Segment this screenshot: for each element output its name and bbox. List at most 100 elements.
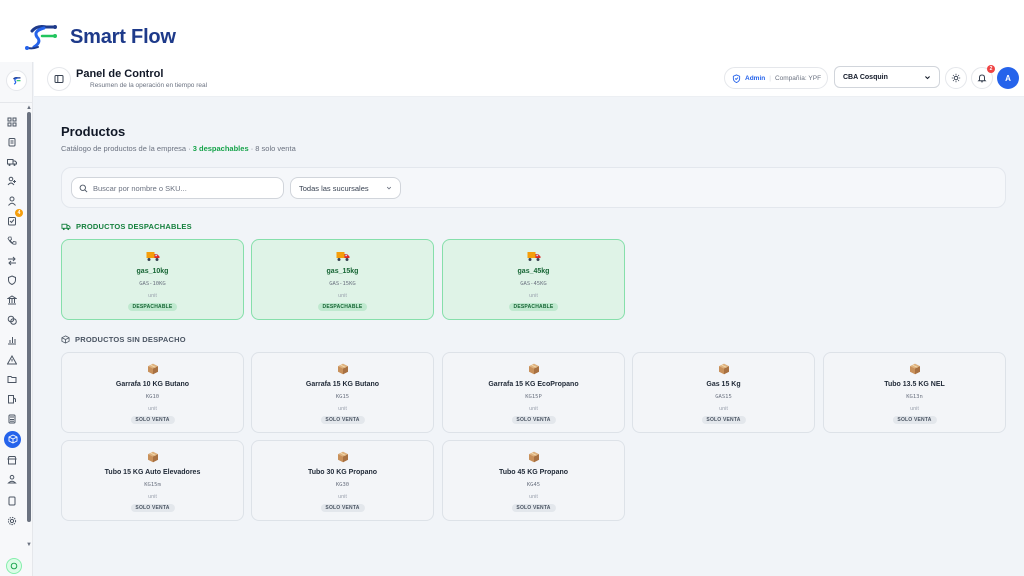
alert-icon[interactable] xyxy=(4,352,20,368)
chevron-down-icon xyxy=(925,75,930,79)
product-name: gas_45kg xyxy=(517,268,550,275)
page-header-title: Panel de Control xyxy=(76,68,164,80)
product-tag-badge: DESPACHABLE xyxy=(317,303,368,311)
brand: Smart Flow xyxy=(24,20,176,54)
product-name: Tubo 45 KG Propano xyxy=(498,469,569,476)
shield-icon[interactable] xyxy=(4,272,20,288)
smart-flow-logo-icon xyxy=(25,25,57,50)
product-name: Gas 15 Kg xyxy=(706,381,741,388)
dashboard-icon[interactable] xyxy=(4,114,20,130)
clipboard-icon[interactable] xyxy=(4,134,20,150)
product-name: Garrafa 10 KG Butano xyxy=(115,381,190,388)
product-icon xyxy=(633,363,814,377)
product-tag-badge: SOLO VENTA xyxy=(320,416,365,424)
tablet-icon[interactable] xyxy=(4,493,20,509)
product-card[interactable]: Garrafa 15 KG Butano KG15 unit SOLO VENTA xyxy=(251,352,434,433)
fuel-icon[interactable] xyxy=(4,391,20,407)
product-card[interactable]: Gas 15 Kg GAS15 unit SOLO VENTA xyxy=(632,352,815,433)
theme-toggle-button[interactable] xyxy=(945,67,967,89)
product-sku: GAS-10KG xyxy=(139,281,166,287)
folder-icon[interactable] xyxy=(4,371,20,387)
delivery-truck-icon xyxy=(146,252,159,261)
search-input[interactable] xyxy=(93,183,273,193)
product-sku: GAS15 xyxy=(715,394,732,400)
product-sku: KG30 xyxy=(335,482,350,488)
sidebar-logo[interactable] xyxy=(6,70,27,91)
product-card[interactable]: gas_10kg GAS-10KG unit DESPACHABLE xyxy=(61,239,244,320)
sidebar-scrollbar[interactable] xyxy=(27,112,31,522)
product-tag-badge: DESPACHABLE xyxy=(508,303,559,311)
store-icon[interactable] xyxy=(4,452,20,468)
product-card[interactable]: gas_15kg GAS-15KG unit DESPACHABLE xyxy=(251,239,434,320)
box-icon[interactable] xyxy=(4,430,21,448)
bank-icon[interactable] xyxy=(4,292,20,308)
package-icon xyxy=(337,451,348,463)
status-icon[interactable] xyxy=(6,558,22,574)
product-name: gas_10kg xyxy=(136,268,169,275)
user-icon[interactable] xyxy=(4,193,20,209)
chart-icon[interactable] xyxy=(4,332,20,348)
search-box[interactable] xyxy=(71,177,284,199)
filter-panel: Todas las sucursales xyxy=(61,167,1006,208)
dispatchable-section-title: PRODUCTOS DESPACHABLES xyxy=(76,222,192,231)
page-title: Productos xyxy=(61,124,126,139)
product-unit: unit xyxy=(338,494,347,500)
package-icon xyxy=(718,363,729,375)
product-icon xyxy=(252,250,433,264)
product-sku: KG13n xyxy=(906,394,923,400)
product-tag-badge: SOLO VENTA xyxy=(511,416,556,424)
tasks-badge: 4 xyxy=(15,208,23,217)
product-unit: unit xyxy=(910,406,919,412)
product-card[interactable]: Garrafa 15 KG EcoPropano KG15P unit SOLO VE… xyxy=(442,352,625,433)
package-icon xyxy=(909,363,920,375)
product-tag-badge: SOLO VENTA xyxy=(130,416,175,424)
product-tag-badge: SOLO VENTA xyxy=(320,504,365,512)
truck-icon[interactable] xyxy=(4,154,20,170)
product-unit: unit xyxy=(148,494,157,500)
notifications-button[interactable]: 2 xyxy=(971,65,995,89)
product-card[interactable]: Tubo 30 KG Propano KG30 unit SOLO VENTA xyxy=(251,440,434,521)
sun-icon xyxy=(951,73,961,83)
product-card[interactable]: gas_45kg GAS-45KG unit DESPACHABLE xyxy=(442,239,625,320)
product-unit: unit xyxy=(148,293,157,299)
branch-filter-select[interactable]: Todas las sucursales xyxy=(290,177,401,199)
contacts-icon[interactable] xyxy=(4,471,20,487)
scroll-down-icon[interactable]: ▼ xyxy=(26,542,32,548)
role-label: Admin xyxy=(745,74,766,82)
branch-select-value: CBA Cosquin xyxy=(843,73,888,81)
product-unit: unit xyxy=(529,494,538,500)
product-card[interactable]: Tubo 45 KG Propano KG45 unit SOLO VENTA xyxy=(442,440,625,521)
sale-only-section-title: PRODUCTOS SIN DESPACHO xyxy=(75,335,186,344)
sidebar-toggle-button[interactable] xyxy=(47,67,71,91)
product-tag-badge: SOLO VENTA xyxy=(130,504,175,512)
avatar[interactable]: A xyxy=(997,67,1019,89)
coins-icon[interactable] xyxy=(4,312,20,328)
product-name: Tubo 13.5 KG NEL xyxy=(884,381,945,388)
product-icon xyxy=(443,250,624,264)
smart-flow-logo-icon xyxy=(12,76,20,85)
product-card[interactable]: Tubo 13.5 KG NEL KG13n unit SOLO VENTA xyxy=(823,352,1006,433)
gear-icon[interactable] xyxy=(4,513,20,529)
product-icon xyxy=(824,363,1005,377)
phone-icon[interactable] xyxy=(4,233,20,249)
users-icon[interactable] xyxy=(4,173,20,189)
product-sku: KG15P xyxy=(525,394,542,400)
product-sku: KG15m xyxy=(144,482,161,488)
product-card[interactable]: Tubo 15 KG Auto Elevadores KG15m unit SOLO … xyxy=(61,440,244,521)
branch-select[interactable]: CBA Cosquin xyxy=(834,66,940,88)
product-tag-badge: SOLO VENTA xyxy=(701,416,746,424)
product-icon xyxy=(443,451,624,465)
scroll-up-icon[interactable]: ▲ xyxy=(26,105,32,111)
product-icon xyxy=(443,363,624,377)
page-subtitle: Catálogo de productos de la empresa · 3 … xyxy=(61,144,296,153)
product-icon xyxy=(62,250,243,264)
calculator-icon[interactable] xyxy=(4,411,20,427)
product-name: gas_15kg xyxy=(326,268,359,275)
package-icon xyxy=(528,363,539,375)
tasks-icon[interactable]: 4 xyxy=(4,208,23,229)
transfer-icon[interactable] xyxy=(4,253,20,269)
product-unit: unit xyxy=(719,406,728,412)
product-card[interactable]: Garrafa 10 KG Butano KG10 unit SOLO VENTA xyxy=(61,352,244,433)
notifications-badge: 2 xyxy=(987,65,995,73)
package-icon xyxy=(337,363,348,375)
